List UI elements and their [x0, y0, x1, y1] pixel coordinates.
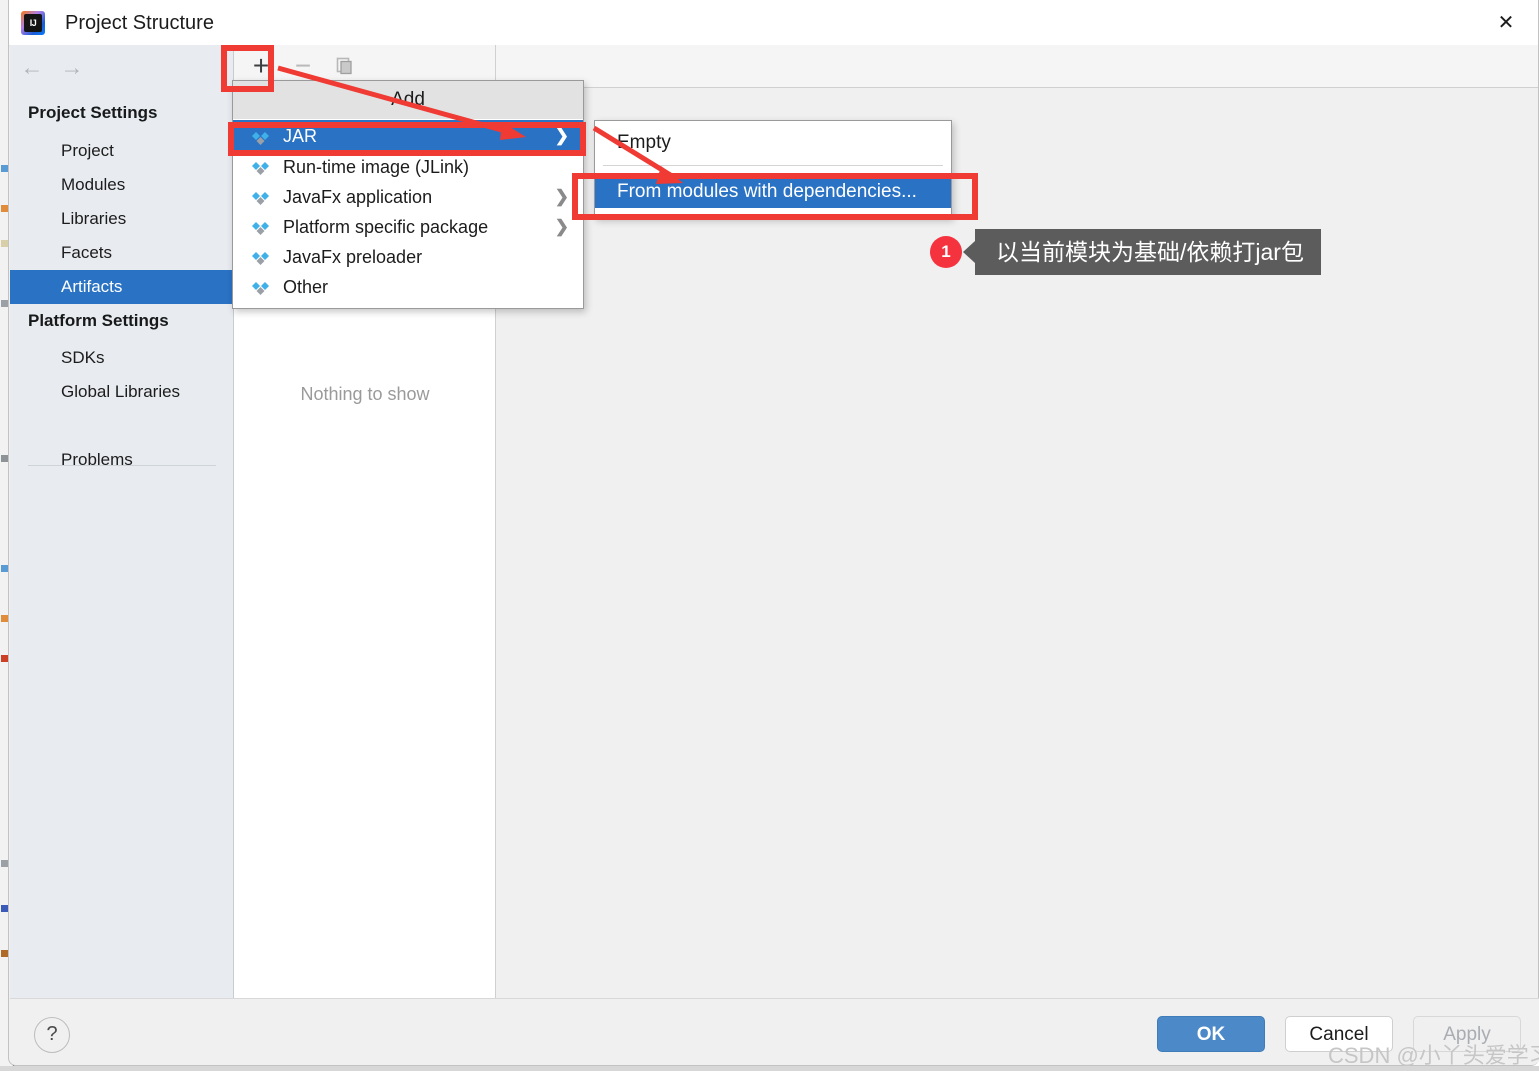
settings-sidebar: ← → Project Settings Project Modules Lib… [10, 45, 234, 998]
step-badge-1: 1 [930, 236, 962, 268]
window-title: Project Structure [65, 9, 214, 37]
sidebar-group-platform-settings: Platform Settings [10, 307, 234, 335]
chevron-right-icon: ❯ [555, 182, 569, 212]
sidebar-item-facets[interactable]: Facets [10, 236, 234, 270]
copy-icon[interactable] [328, 50, 362, 82]
artifact-diamond-icon [251, 188, 271, 206]
menu-item-javafx-preloader[interactable]: JavaFx preloader [233, 242, 583, 272]
intellij-idea-icon: IJ [21, 11, 45, 35]
help-icon[interactable]: ? [34, 1017, 70, 1053]
sidebar-item-project[interactable]: Project [10, 134, 234, 168]
close-icon[interactable]: ✕ [1482, 4, 1530, 42]
artifact-diamond-icon [251, 127, 271, 145]
artifact-diamond-icon [251, 218, 271, 236]
sidebar-item-sdks[interactable]: SDKs [10, 341, 234, 375]
forward-arrow-icon[interactable]: → [58, 54, 86, 80]
screenshot-root: d successful in 3 sec 152 ms (1 minutes … [0, 0, 1539, 1071]
submenu-spacer-top [595, 166, 951, 175]
back-arrow-icon[interactable]: ← [18, 54, 46, 80]
menu-item-label: JavaFx preloader [283, 247, 422, 267]
submenu-spacer-bottom [595, 208, 951, 217]
dialog-titlebar: IJ Project Structure ✕ [9, 0, 1538, 46]
empty-state-label: Nothing to show [234, 384, 496, 405]
cancel-button[interactable]: Cancel [1285, 1016, 1393, 1052]
menu-item-label: Run-time image (JLink) [283, 157, 469, 177]
menu-item-javafx-application[interactable]: JavaFx application ❯ [233, 182, 583, 212]
artifact-detail-panel [496, 88, 1538, 998]
sidebar-item-libraries[interactable]: Libraries [10, 202, 234, 236]
add-popup-menu: Add JAR ❯ Run-time image (JLink) [232, 80, 584, 309]
menu-item-label: JAR [283, 126, 317, 146]
menu-item-label: Platform specific package [283, 217, 488, 237]
sidebar-group-project-settings: Project Settings [10, 99, 234, 127]
remove-button[interactable]: − [286, 50, 320, 82]
artifacts-toolbar-right [496, 45, 1538, 88]
menu-item-runtime-image[interactable]: Run-time image (JLink) [233, 152, 583, 182]
chevron-right-icon: ❯ [555, 120, 569, 152]
jar-submenu: Empty From modules with dependencies... [594, 120, 952, 218]
ok-button[interactable]: OK [1157, 1016, 1265, 1052]
artifact-diamond-icon [251, 158, 271, 176]
sidebar-nav-arrows: ← → [10, 45, 234, 89]
menu-item-platform-specific-package[interactable]: Platform specific package ❯ [233, 212, 583, 242]
submenu-item-empty[interactable]: Empty [595, 121, 951, 165]
artifact-diamond-icon [251, 248, 271, 266]
menu-item-jar[interactable]: JAR ❯ [233, 120, 583, 152]
popup-menu-header: Add [233, 81, 583, 120]
app-icon-label: IJ [24, 14, 42, 32]
menu-item-label: Other [283, 277, 328, 297]
menu-item-label: JavaFx application [283, 187, 432, 207]
submenu-item-from-modules-with-dependencies[interactable]: From modules with dependencies... [595, 175, 951, 208]
chevron-right-icon: ❯ [555, 212, 569, 242]
apply-button: Apply [1413, 1016, 1521, 1052]
background-bottom-bar [0, 1066, 1539, 1071]
sidebar-item-problems[interactable]: Problems [10, 443, 234, 477]
sidebar-item-global-libraries[interactable]: Global Libraries [10, 375, 234, 409]
sidebar-item-artifacts[interactable]: Artifacts [10, 270, 234, 304]
menu-item-other[interactable]: Other [233, 272, 583, 302]
artifact-diamond-icon [251, 278, 271, 296]
dialog-footer: ? OK Cancel Apply [10, 998, 1539, 1065]
sidebar-item-modules[interactable]: Modules [10, 168, 234, 202]
annotation-callout: 以当前模块为基础/依赖打jar包 [975, 229, 1321, 275]
add-button[interactable]: + [244, 50, 278, 82]
